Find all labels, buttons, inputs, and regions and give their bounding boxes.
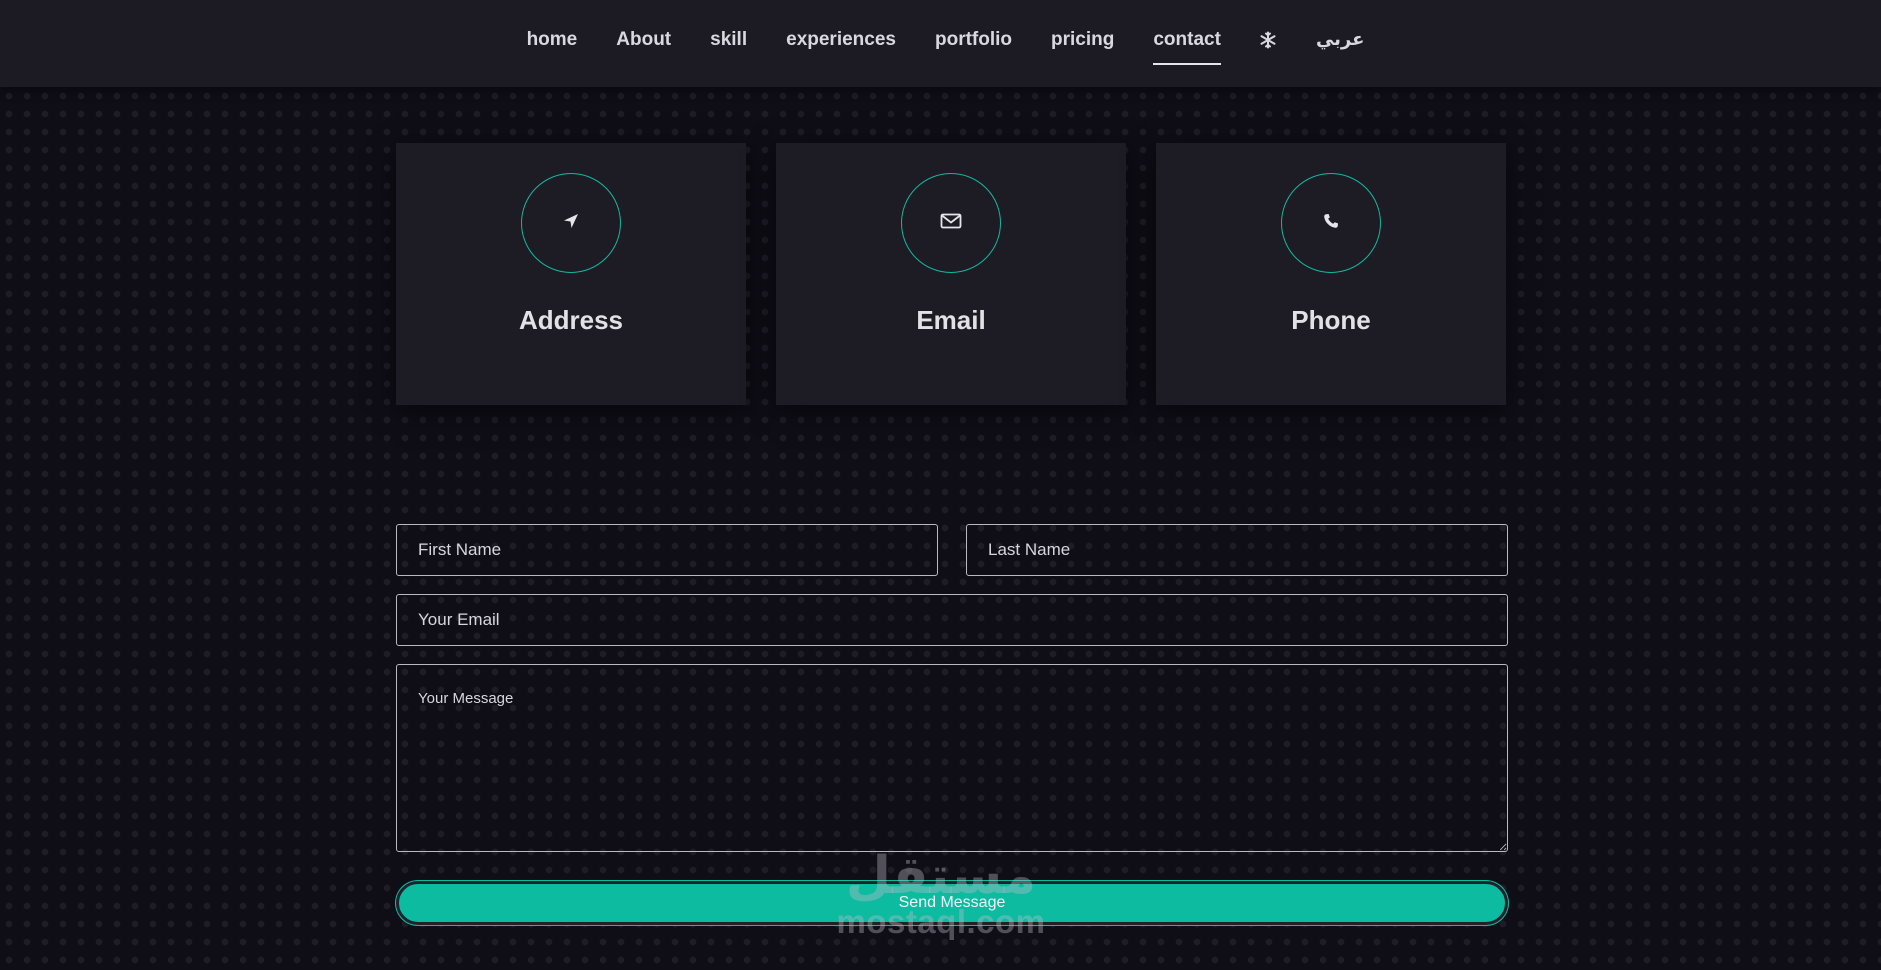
phone-card: Phone [1156,143,1506,405]
phone-icon [1323,213,1339,234]
contact-page: home About skill experiences portfolio p… [0,0,1881,970]
location-arrow-icon [562,212,580,235]
address-icon-circle [521,173,621,273]
nav-item-portfolio[interactable]: portfolio [915,28,1031,64]
contact-form: Send Message [396,524,1508,925]
nav-item-pricing[interactable]: pricing [1031,28,1133,64]
nav-item-skill[interactable]: skill [690,28,766,64]
phone-icon-circle [1281,173,1381,273]
email-icon-circle [901,173,1001,273]
phone-card-title: Phone [1291,305,1371,335]
contact-cards: Address Email Phone [396,143,1508,405]
address-card: Address [396,143,746,405]
nav-item-about[interactable]: About [596,28,690,64]
address-card-title: Address [518,305,624,335]
email-row [396,594,1508,646]
nav-item-home[interactable]: home [507,28,597,64]
nav-item-contact[interactable]: contact [1133,28,1240,65]
name-row [396,524,1508,576]
nav-item-experiences[interactable]: experiences [766,28,915,64]
last-name-input[interactable] [966,524,1508,576]
email-card: Email [776,143,1126,405]
email-input[interactable] [396,594,1508,646]
nav-list: home About skill experiences portfolio p… [507,0,1375,87]
email-card-title: Email [916,305,986,335]
language-switch[interactable]: عربي [1296,29,1374,62]
top-navbar: home About skill experiences portfolio p… [0,0,1881,87]
snowflake-icon[interactable] [1240,31,1296,61]
send-message-button[interactable]: Send Message [396,881,1508,925]
first-name-input[interactable] [396,524,938,576]
envelope-icon [940,213,962,234]
message-textarea[interactable] [396,664,1508,852]
